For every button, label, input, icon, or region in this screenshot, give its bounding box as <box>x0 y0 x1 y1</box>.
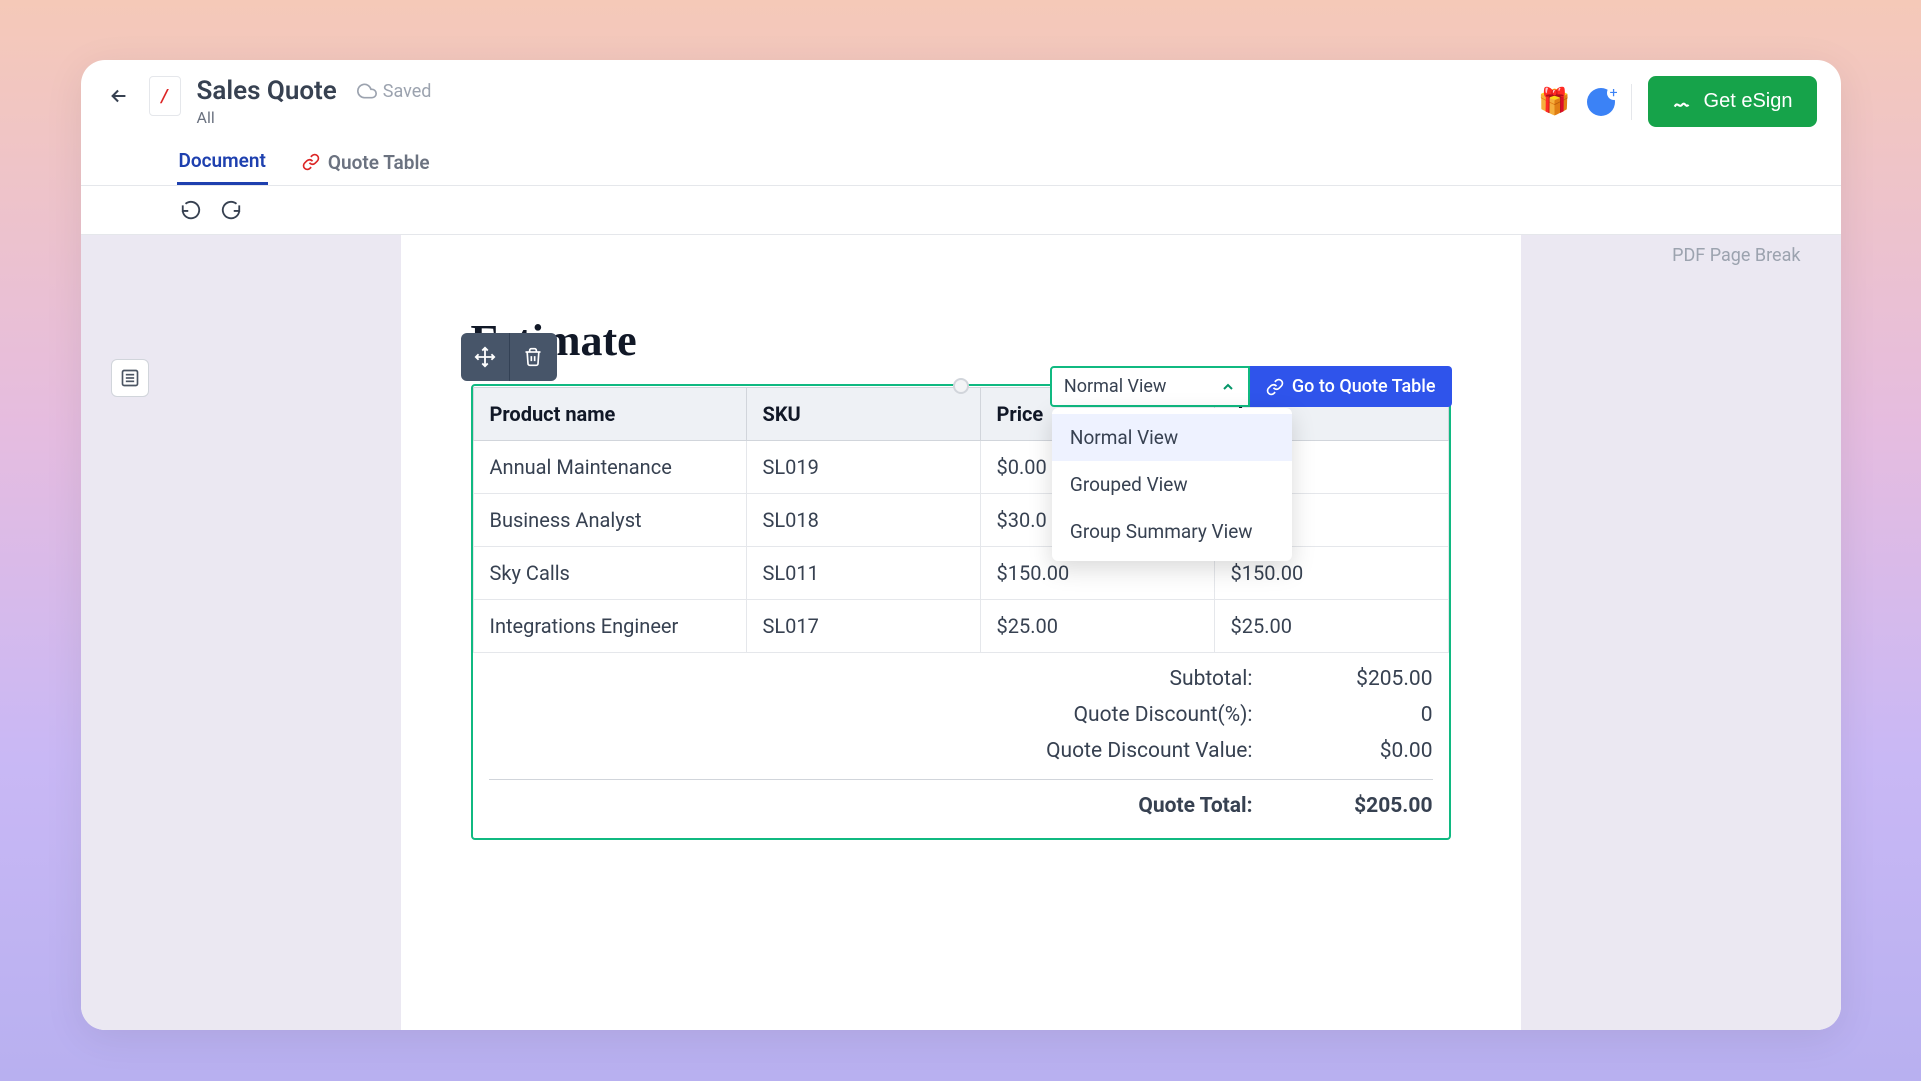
quote-table-block[interactable]: Normal View Normal View Grouped View Gro… <box>471 384 1451 840</box>
table-row[interactable]: Integrations EngineerSL017$25.00$25.00 <box>473 600 1448 653</box>
outline-button[interactable] <box>111 359 149 397</box>
dropdown-option-group-summary[interactable]: Group Summary View <box>1052 508 1292 555</box>
col-product-name[interactable]: Product name <box>473 388 746 441</box>
header-right: 🎁 Get eSign <box>1538 76 1816 127</box>
cell-name[interactable]: Annual Maintenance <box>473 441 746 494</box>
header: / Sales Quote Saved All 🎁 Get eSign <box>81 60 1841 127</box>
header-left: / Sales Quote Saved All <box>105 76 432 127</box>
tabs: Document Quote Table <box>81 127 1841 186</box>
cell-sku[interactable]: SL018 <box>746 494 980 547</box>
cell-name[interactable]: Business Analyst <box>473 494 746 547</box>
discount-val-label: Quote Discount Value: <box>973 739 1253 763</box>
cell-sku[interactable]: SL011 <box>746 547 980 600</box>
block-tools <box>461 333 557 381</box>
discount-val-row: Quote Discount Value: $0.00 <box>489 739 1433 763</box>
undo-icon <box>180 199 202 221</box>
breadcrumb[interactable]: All <box>197 108 432 127</box>
cloud-icon <box>357 81 377 101</box>
discount-pct-value: 0 <box>1313 703 1433 727</box>
drag-handle[interactable] <box>953 378 969 394</box>
view-select[interactable]: Normal View Normal View Grouped View Gro… <box>1050 366 1250 407</box>
total-label: Quote Total: <box>973 794 1253 818</box>
cell-sku[interactable]: SL017 <box>746 600 980 653</box>
signature-icon <box>1672 91 1694 113</box>
cell-price[interactable]: $25.00 <box>980 600 1214 653</box>
table-row[interactable]: Annual MaintenanceSL019$0.00 <box>473 441 1448 494</box>
canvas: PDF Page Break Estimate Normal View <box>81 235 1841 1030</box>
redo-button[interactable] <box>217 196 245 224</box>
cell-name[interactable]: Sky Calls <box>473 547 746 600</box>
document-page[interactable]: Estimate Normal View Normal View <box>401 235 1521 1030</box>
quote-table: Product name SKU Price rice Annual Maint… <box>473 387 1449 653</box>
document-type-icon: / <box>149 76 181 116</box>
back-button[interactable] <box>105 82 133 110</box>
link-icon <box>302 153 320 171</box>
document-heading[interactable]: Estimate <box>471 315 1451 366</box>
discount-val-value: $0.00 <box>1313 739 1433 763</box>
move-block-button[interactable] <box>461 333 509 381</box>
cell-name[interactable]: Integrations Engineer <box>473 600 746 653</box>
cell-rice[interactable]: $25.00 <box>1214 600 1448 653</box>
gift-icon[interactable]: 🎁 <box>1538 87 1570 117</box>
get-esign-button[interactable]: Get eSign <box>1648 76 1817 127</box>
title-row: Sales Quote Saved <box>197 76 432 106</box>
view-dropdown: Normal View Grouped View Group Summary V… <box>1052 408 1292 561</box>
move-icon <box>474 346 496 368</box>
tab-document[interactable]: Document <box>177 139 268 185</box>
dropdown-option-normal[interactable]: Normal View <box>1052 414 1292 461</box>
page-break-label: PDF Page Break <box>1672 245 1800 266</box>
totals: Subtotal: $205.00 Quote Discount(%): 0 Q… <box>473 653 1449 838</box>
goto-quote-table-button[interactable]: Go to Quote Table <box>1250 366 1452 407</box>
esign-label: Get eSign <box>1704 90 1793 113</box>
saved-badge: Saved <box>357 81 432 102</box>
undo-button[interactable] <box>177 196 205 224</box>
dropdown-option-grouped[interactable]: Grouped View <box>1052 461 1292 508</box>
list-icon <box>120 368 140 388</box>
col-sku[interactable]: SKU <box>746 388 980 441</box>
table-row[interactable]: Business AnalystSL018$30.00 <box>473 494 1448 547</box>
toolbar <box>81 186 1841 235</box>
page-title: Sales Quote <box>197 76 337 106</box>
title-block: Sales Quote Saved All <box>197 76 432 127</box>
link-icon <box>1266 378 1284 396</box>
trash-icon <box>523 347 543 367</box>
table-row[interactable]: Sky CallsSL011$150.00$150.00 <box>473 547 1448 600</box>
tab-quote-table-label: Quote Table <box>328 151 430 174</box>
subtotal-value: $205.00 <box>1313 667 1433 691</box>
view-select-value: Normal View <box>1064 376 1167 397</box>
quote-topbar: Normal View Normal View Grouped View Gro… <box>1050 366 1452 407</box>
tab-quote-table[interactable]: Quote Table <box>300 139 432 185</box>
chevron-up-icon <box>1220 379 1236 395</box>
subtotal-label: Subtotal: <box>973 667 1253 691</box>
discount-pct-row: Quote Discount(%): 0 <box>489 703 1433 727</box>
arrow-left-icon <box>108 85 130 107</box>
total-row: Quote Total: $205.00 <box>489 779 1433 818</box>
discount-pct-label: Quote Discount(%): <box>973 703 1253 727</box>
goto-label: Go to Quote Table <box>1292 376 1436 397</box>
divider <box>1631 84 1632 120</box>
app-window: / Sales Quote Saved All 🎁 Get eSign <box>81 60 1841 1030</box>
cell-sku[interactable]: SL019 <box>746 441 980 494</box>
saved-label: Saved <box>383 81 432 102</box>
subtotal-row: Subtotal: $205.00 <box>489 667 1433 691</box>
redo-icon <box>220 199 242 221</box>
add-user-icon[interactable] <box>1587 88 1615 116</box>
delete-block-button[interactable] <box>509 333 557 381</box>
total-value: $205.00 <box>1313 794 1433 818</box>
